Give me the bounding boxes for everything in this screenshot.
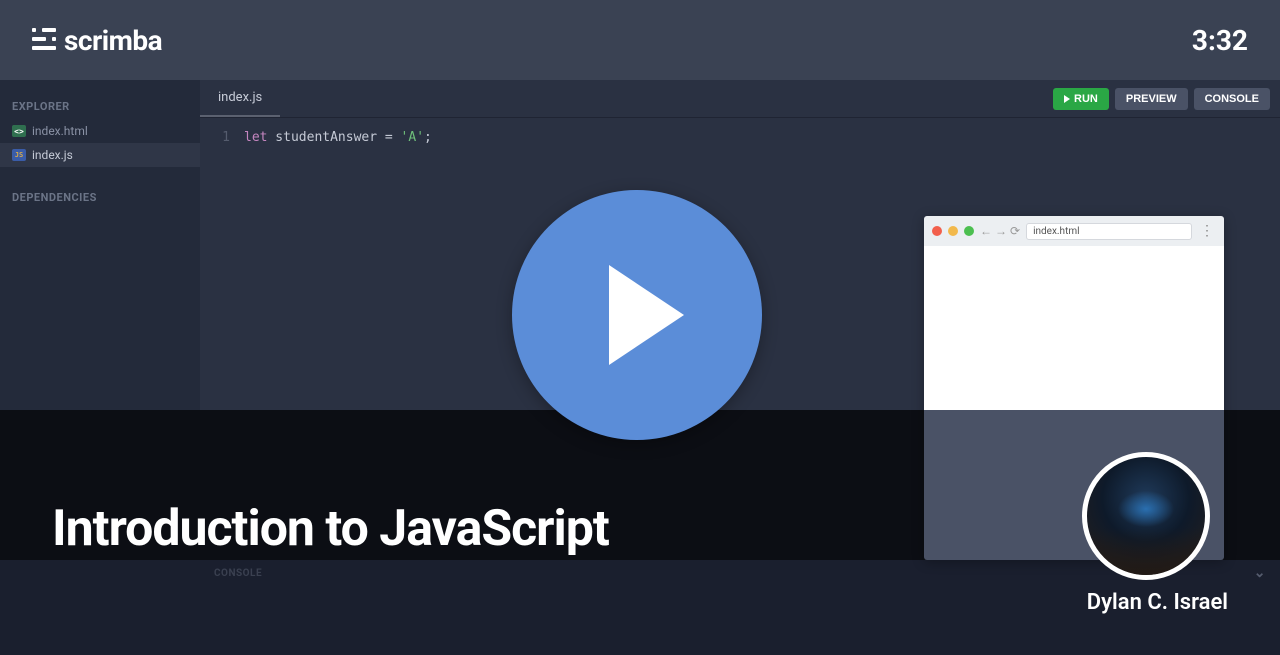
console-button[interactable]: CONSOLE bbox=[1194, 88, 1270, 110]
course-title: Introduction to JavaScript bbox=[52, 500, 609, 558]
line-number: 1 bbox=[200, 130, 244, 145]
nav-arrows: ← → ⟳ bbox=[980, 224, 1020, 238]
video-timestamp: 3:32 bbox=[1192, 24, 1248, 57]
top-bar: scrimba 3:32 bbox=[0, 0, 1280, 80]
scrimba-glyph-icon bbox=[32, 28, 56, 50]
preview-content bbox=[924, 246, 1224, 410]
file-item-index-js[interactable]: JS index.js bbox=[0, 143, 200, 167]
minimize-dot-icon bbox=[948, 226, 958, 236]
chevron-down-icon: ⌄ bbox=[1254, 565, 1266, 581]
tab-bar: index.js RUN PREVIEW CONSOLE bbox=[200, 80, 1280, 118]
play-icon bbox=[1064, 95, 1070, 103]
close-dot-icon bbox=[932, 226, 942, 236]
run-button[interactable]: RUN bbox=[1053, 88, 1109, 110]
dependencies-heading: DEPENDENCIES bbox=[0, 185, 200, 210]
traffic-lights bbox=[932, 226, 974, 236]
reload-icon[interactable]: ⟳ bbox=[1010, 224, 1020, 238]
file-label: index.html bbox=[32, 124, 88, 138]
address-bar[interactable]: index.html bbox=[1026, 223, 1192, 240]
console-panel-label: CONSOLE bbox=[214, 568, 262, 579]
maximize-dot-icon bbox=[964, 226, 974, 236]
author-avatar[interactable] bbox=[1082, 452, 1210, 580]
js-file-icon: JS bbox=[12, 149, 26, 161]
play-button[interactable] bbox=[512, 190, 762, 440]
code-editor[interactable]: 1 let studentAnswer = 'A'; bbox=[200, 118, 1280, 157]
kebab-menu-icon[interactable]: ⋮ bbox=[1198, 228, 1216, 234]
brand-name: scrimba bbox=[64, 24, 162, 57]
file-item-index-html[interactable]: <> index.html bbox=[0, 119, 200, 143]
tab-index-js[interactable]: index.js bbox=[200, 80, 280, 117]
explorer-heading: EXPLORER bbox=[0, 94, 200, 119]
brand-logo[interactable]: scrimba bbox=[32, 24, 162, 57]
action-buttons: RUN PREVIEW CONSOLE bbox=[1053, 88, 1280, 110]
preview-button[interactable]: PREVIEW bbox=[1115, 88, 1188, 110]
file-label: index.js bbox=[32, 148, 73, 162]
html-file-icon: <> bbox=[12, 125, 26, 137]
back-arrow-icon[interactable]: ← bbox=[980, 224, 992, 238]
author-name: Dylan C. Israel bbox=[1087, 590, 1228, 615]
play-icon bbox=[609, 265, 684, 365]
code-line: let studentAnswer = 'A'; bbox=[244, 130, 432, 145]
forward-arrow-icon[interactable]: → bbox=[995, 224, 1007, 238]
preview-browser-chrome: ← → ⟳ index.html ⋮ bbox=[924, 216, 1224, 246]
run-label: RUN bbox=[1074, 93, 1098, 105]
